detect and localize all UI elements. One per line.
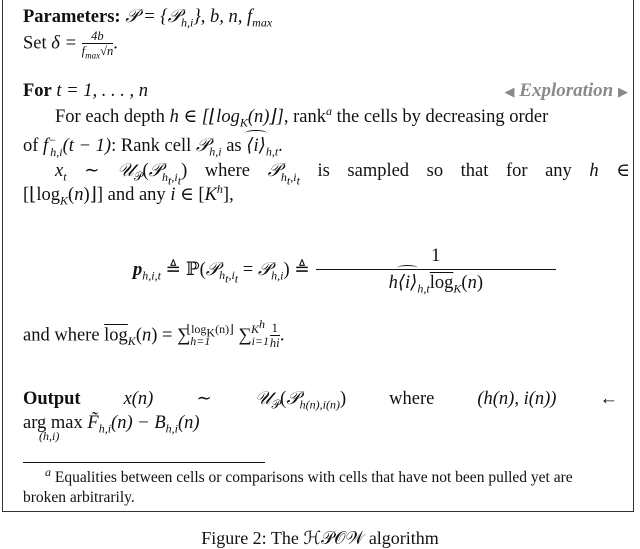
prob-lhs: ph,i,t ≜ ℙ(𝒫ht,it = 𝒫h,i) ≜ <box>133 258 310 286</box>
rank-notation: ⟨i⟩ <box>245 130 267 156</box>
prob-numerator: 1 <box>315 243 556 270</box>
text: (h(n), i(n)) <box>477 389 557 409</box>
text: where <box>389 389 435 409</box>
sum-fraction: 1 hi <box>269 321 280 350</box>
delta-fraction: 4b fmax√n <box>81 30 114 61</box>
figure-caption: Figure 2: The ℋ𝒫𝒪𝒲 algorithm <box>201 528 439 548</box>
output-line2: arg max (h,i) F̃h,i(n) − Bh,i(n) <box>23 413 200 443</box>
left-triangle-icon: ◀ <box>504 84 515 99</box>
set-delta-line: Set δ = 4b fmax√n . <box>23 29 118 61</box>
footnote-text: broken arbitrarily. <box>23 489 135 506</box>
prob-denominator: h⟨i⟩h,tlogK(n) <box>389 265 483 296</box>
rank-step-line2: of f−h,i(t − 1): Rank cell 𝒫h,i as ⟨i⟩h,… <box>23 130 283 159</box>
left-arrow-icon: ← <box>599 389 618 409</box>
output-line1: Output x(n) ∼ 𝒰𝒫(𝒫h(n),i(n)) where (h(n)… <box>23 388 618 412</box>
text: the cells by decreasing order <box>336 107 549 127</box>
sample-step-line2: [⌊logK(n)⌋] and any i ∈ [Kh], <box>23 181 234 208</box>
footnote-rule <box>23 462 265 463</box>
output-label: Output <box>23 389 81 409</box>
and-where-line: and where logK(n) = ∑h=1⌊logK(n)⌋ ∑i=1Kh… <box>23 317 285 350</box>
text: rank <box>293 107 326 127</box>
footnote-line2: broken arbitrarily. <box>23 488 135 508</box>
footnote-mark: a <box>45 464 51 479</box>
probability-equation: ph,i,t ≜ ℙ(𝒫ht,it = 𝒫h,i) ≜ 1 h⟨i⟩h,tlog… <box>133 243 556 296</box>
exploration-phase-label: ◀ Exploration ▶ <box>505 80 628 102</box>
parameters-line: Parameters: 𝒫 = {𝒫h,i}, b, n, fmax <box>23 6 273 30</box>
for-label: For <box>23 81 52 101</box>
text: For each depth <box>55 107 165 127</box>
parameters-value: 𝒫 = {𝒫h,i}, b, n, fmax <box>125 7 273 30</box>
footnote-text: Equalities between cells or comparisons … <box>54 469 573 486</box>
footnote-line1: a Equalities between cells or comparison… <box>45 464 573 488</box>
depth-range: h ∈ [⌊logK(n)⌋] <box>169 107 284 130</box>
sample-step-line1: xt ∼ 𝒰𝒫(𝒫ht,it) where 𝒫ht,it is sampled so that f… <box>55 160 630 188</box>
delta-denominator: fmax√n <box>81 44 114 61</box>
exploration-text: Exploration <box>519 80 614 101</box>
prob-fraction: 1 h⟨i⟩h,tlogK(n) <box>315 243 556 296</box>
for-line: For t = 1, . . . , n <box>23 80 148 102</box>
delta-eq: δ = <box>51 33 77 54</box>
right-triangle-icon: ▶ <box>618 84 628 99</box>
delta-numerator: 4b <box>81 30 114 44</box>
footnote-mark: a <box>325 103 332 118</box>
for-range: t = 1, . . . , n <box>56 81 149 101</box>
parameters-label: Parameters: <box>23 7 121 27</box>
rank-step-line1: For each depth h ∈ [⌊logK(n)⌋], ranka th… <box>55 103 549 130</box>
set-label: Set <box>23 33 47 54</box>
